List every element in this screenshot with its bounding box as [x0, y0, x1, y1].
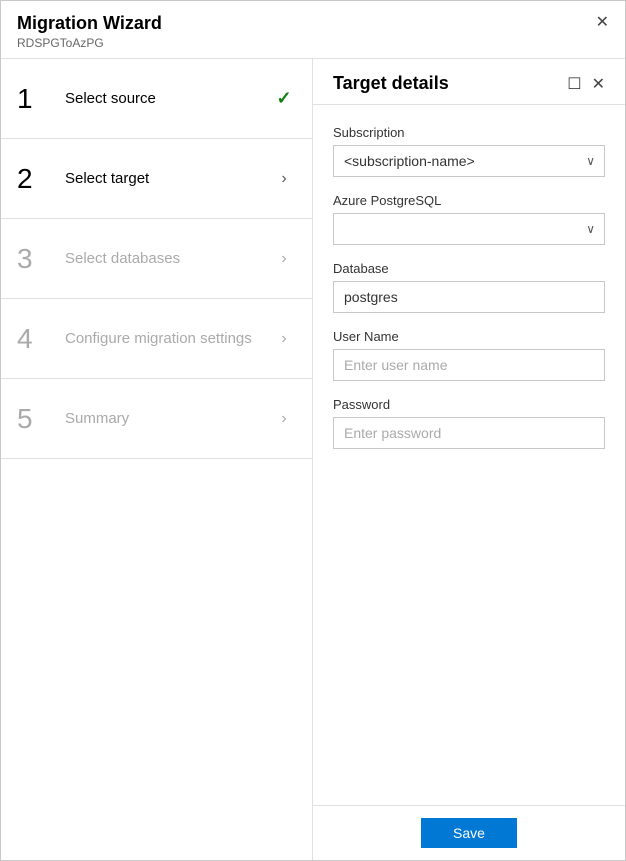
step-1-label: Select source — [53, 90, 272, 107]
azure-postgresql-group: Azure PostgreSQL ∨ — [333, 193, 605, 245]
step-3[interactable]: 3 Select databases › — [1, 219, 312, 299]
steps-spacer — [1, 459, 312, 860]
step-1-icon: ✓ — [272, 88, 296, 109]
subscription-group: Subscription <subscription-name> ∨ — [333, 125, 605, 177]
subscription-label: Subscription — [333, 125, 605, 140]
subscription-select-wrapper: <subscription-name> ∨ — [333, 145, 605, 177]
azure-postgresql-select[interactable] — [333, 213, 605, 245]
step-3-icon: › — [272, 250, 296, 268]
window-title: Migration Wizard — [17, 13, 596, 34]
password-group: Password — [333, 397, 605, 449]
details-footer: Save — [313, 805, 625, 860]
step-1[interactable]: 1 Select source ✓ — [1, 59, 312, 139]
azure-postgresql-select-wrapper: ∨ — [333, 213, 605, 245]
maximize-icon[interactable]: ☐ — [567, 74, 581, 94]
step-4-number: 4 — [17, 323, 53, 355]
chevron-right-icon-4: › — [281, 330, 286, 348]
step-5-label: Summary — [53, 410, 272, 427]
step-2[interactable]: 2 Select target › — [1, 139, 312, 219]
title-bar: Migration Wizard RDSPGToAzPG ✕ — [1, 1, 625, 59]
step-3-label: Select databases — [53, 250, 272, 267]
username-label: User Name — [333, 329, 605, 344]
username-input[interactable] — [333, 349, 605, 381]
step-5[interactable]: 5 Summary › — [1, 379, 312, 459]
step-3-number: 3 — [17, 243, 53, 275]
step-4-icon: › — [272, 330, 296, 348]
step-4-label: Configure migration settings — [53, 330, 272, 347]
chevron-right-icon-3: › — [281, 250, 286, 268]
close-icon[interactable]: ✕ — [596, 15, 609, 31]
details-header: Target details ☐ ✕ — [313, 59, 625, 105]
close-details-icon[interactable]: ✕ — [592, 74, 605, 94]
migration-wizard-window: Migration Wizard RDSPGToAzPG ✕ 1 Select … — [0, 0, 626, 861]
details-panel: Target details ☐ ✕ Subscription <subscri… — [313, 59, 625, 860]
step-2-number: 2 — [17, 163, 53, 195]
details-body: Subscription <subscription-name> ∨ Azure… — [313, 105, 625, 805]
title-bar-controls: ✕ — [596, 13, 609, 31]
main-content: 1 Select source ✓ 2 Select target › 3 Se… — [1, 59, 625, 860]
azure-postgresql-label: Azure PostgreSQL — [333, 193, 605, 208]
step-5-icon: › — [272, 410, 296, 428]
database-label: Database — [333, 261, 605, 276]
step-4[interactable]: 4 Configure migration settings › — [1, 299, 312, 379]
title-bar-content: Migration Wizard RDSPGToAzPG — [17, 13, 596, 50]
username-group: User Name — [333, 329, 605, 381]
details-title: Target details — [333, 73, 449, 94]
save-button[interactable]: Save — [421, 818, 517, 848]
window-subtitle: RDSPGToAzPG — [17, 36, 596, 50]
steps-panel: 1 Select source ✓ 2 Select target › 3 Se… — [1, 59, 313, 860]
step-1-number: 1 — [17, 83, 53, 115]
chevron-right-icon-5: › — [281, 410, 286, 428]
password-label: Password — [333, 397, 605, 412]
chevron-right-icon: › — [281, 170, 286, 188]
password-input[interactable] — [333, 417, 605, 449]
subscription-select[interactable]: <subscription-name> — [333, 145, 605, 177]
step-2-icon: › — [272, 170, 296, 188]
step-5-number: 5 — [17, 403, 53, 435]
database-group: Database — [333, 261, 605, 313]
check-icon: ✓ — [276, 88, 291, 109]
details-header-controls: ☐ ✕ — [567, 74, 605, 94]
step-2-label: Select target — [53, 170, 272, 187]
database-input[interactable] — [333, 281, 605, 313]
